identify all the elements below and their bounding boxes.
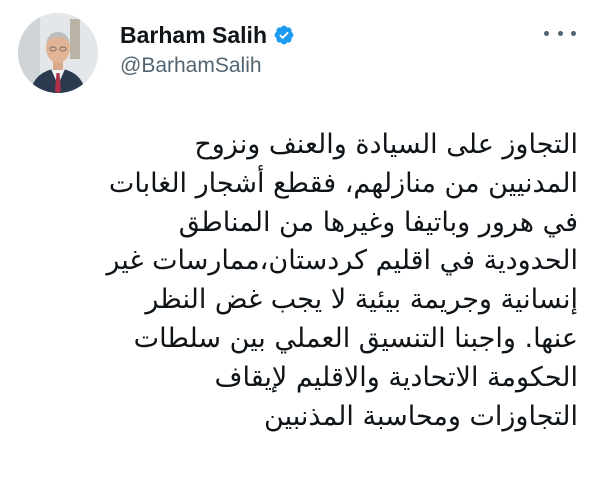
profile-photo	[18, 13, 98, 93]
tweet-line: إنسانية وجريمة بيئية لا يجب غض النظر	[145, 284, 578, 316]
tweet-line: المدنيين من منازلهم، فقطع أشجار الغابات	[108, 167, 578, 199]
tweet-line: الحدودية في اقليم كردستان،ممارسات غير	[106, 245, 578, 277]
tweet-line: التجاوزات ومحاسبة المذنبين	[264, 400, 578, 432]
name-row: Barham Salih	[120, 22, 295, 48]
tweet-text: التجاوز على السيادة والعنف ونزوح المدنيي…	[22, 126, 578, 436]
tweet-line: التجاوز على السيادة والعنف ونزوح	[194, 129, 578, 160]
tweet-card: Barham Salih @BarhamSalih التجاوز على ال…	[0, 0, 600, 485]
verified-badge-icon	[273, 24, 295, 46]
tweet-line: في هرور وباتيفا وغيرها من المناطق	[178, 206, 578, 238]
avatar[interactable]	[18, 13, 98, 93]
more-options-icon[interactable]	[544, 26, 576, 40]
username-handle[interactable]: @BarhamSalih	[120, 54, 295, 78]
display-name[interactable]: Barham Salih	[120, 22, 267, 49]
tweet-line: الحكومة الاتحادية والاقليم لإيقاف	[214, 361, 578, 393]
author-info: Barham Salih @BarhamSalih	[120, 22, 295, 78]
tweet-line: عنها. واجبنا التنسيق العملي بين سلطات	[133, 322, 578, 354]
